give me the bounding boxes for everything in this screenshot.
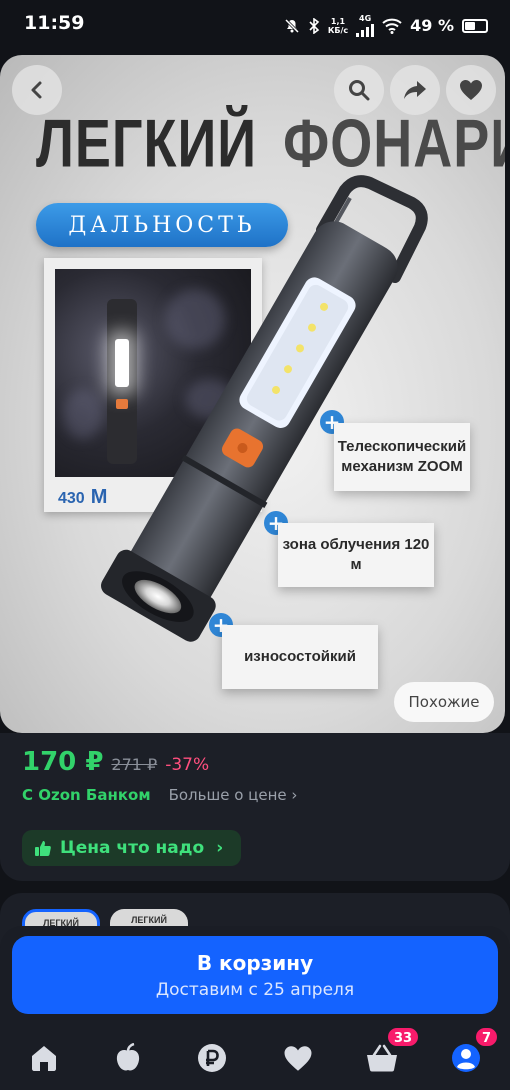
bottom-nav: 33 7	[0, 1026, 510, 1090]
heart-icon	[460, 80, 482, 100]
mute-icon	[284, 18, 299, 33]
profile-count-badge: 7	[474, 1026, 500, 1048]
flashlight-photo-icon	[107, 299, 137, 464]
fresh-apple-icon	[116, 1043, 140, 1071]
night-photo	[55, 269, 251, 477]
search-icon	[349, 80, 370, 101]
chevron-right-icon: ›	[216, 838, 224, 858]
nav-favorites[interactable]	[280, 1040, 316, 1076]
nav-home[interactable]	[26, 1040, 62, 1076]
bank-row: С Ozon Банком Больше о цене ›	[22, 786, 297, 804]
battery-percent: 49 %	[410, 16, 454, 35]
add-to-cart-label: В корзину	[196, 950, 314, 975]
ozon-bank-label: С Ozon Банком	[22, 786, 151, 804]
range-label: ДАЛЬНОСТЬ	[36, 203, 288, 247]
nav-ozon-bank[interactable]	[194, 1040, 230, 1076]
home-icon	[32, 1046, 56, 1071]
product-image-gallery[interactable]: ЛЕГКИЙФОНАРИК ДАЛЬНОСТЬ 430М	[0, 55, 505, 733]
cart-count-badge: 33	[386, 1026, 421, 1048]
favorite-button[interactable]	[446, 65, 496, 115]
signal-bars-icon	[356, 23, 375, 37]
old-price: 271 ₽	[111, 755, 158, 774]
nav-fresh[interactable]	[110, 1040, 146, 1076]
similar-button[interactable]: Похожие	[394, 682, 494, 722]
nav-cart[interactable]: 33	[364, 1026, 421, 1076]
ruble-icon	[198, 1044, 226, 1072]
battery-icon	[462, 18, 488, 33]
feature-durable: износостойкий	[222, 625, 378, 689]
image-headline: ЛЕГКИЙФОНАРИК	[36, 106, 505, 182]
chevron-right-icon: ›	[291, 786, 298, 804]
bluetooth-icon	[309, 17, 320, 34]
status-bar: 11:59 1,1 КБ/с 4G 49 %	[0, 0, 510, 50]
add-to-cart-button[interactable]: В корзину Доставим с 25 апреля	[12, 936, 498, 1014]
status-time: 11:59	[24, 12, 85, 34]
network-type: 4G	[359, 14, 372, 23]
more-about-price-link[interactable]: Больше о цене ›	[169, 786, 298, 804]
heart-icon	[284, 1045, 312, 1071]
share-button[interactable]	[390, 65, 440, 115]
price-section: 170 ₽ 271 ₽ -37% С Ozon Банком Больше о …	[0, 733, 510, 881]
share-arrow-icon	[404, 81, 426, 99]
cellular-signal: 4G	[356, 14, 375, 37]
nav-profile[interactable]: 7	[448, 1026, 500, 1076]
current-price: 170 ₽	[22, 747, 104, 777]
profile-icon	[452, 1044, 480, 1072]
back-button[interactable]	[12, 65, 62, 115]
feature-range: зона облучения 120 м	[278, 523, 434, 587]
basket-icon	[367, 1044, 397, 1072]
search-button[interactable]	[334, 65, 384, 115]
range-value: 430 М	[58, 486, 108, 508]
chevron-left-icon	[31, 81, 42, 99]
price-row: 170 ₽ 271 ₽ -37%	[22, 747, 209, 777]
network-speed: 1,1 КБ/с	[327, 16, 349, 35]
discount-percent: -37%	[165, 755, 210, 775]
good-price-badge[interactable]: Цена что надо ›	[22, 830, 242, 866]
range-photo: 430 М	[44, 258, 262, 512]
delivery-date: Доставим с 25 апреля	[155, 979, 355, 1000]
wifi-icon	[382, 18, 402, 34]
feature-zoom: Телескопический механизм ZOOM	[334, 423, 470, 491]
thumbs-up-icon	[35, 841, 51, 856]
status-icons: 1,1 КБ/с 4G 49 %	[284, 14, 488, 37]
